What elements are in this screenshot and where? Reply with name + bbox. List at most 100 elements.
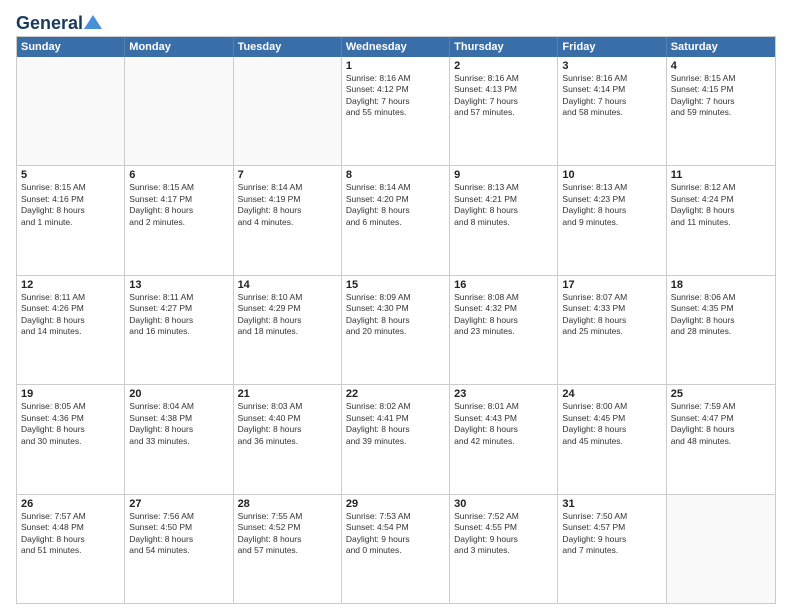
day-info: Sunrise: 8:10 AM Sunset: 4:29 PM Dayligh… xyxy=(238,292,337,338)
calendar-cell-day-13: 13Sunrise: 8:11 AM Sunset: 4:27 PM Dayli… xyxy=(125,276,233,384)
day-info: Sunrise: 7:52 AM Sunset: 4:55 PM Dayligh… xyxy=(454,511,553,557)
calendar-cell-day-21: 21Sunrise: 8:03 AM Sunset: 4:40 PM Dayli… xyxy=(234,385,342,493)
calendar-cell-empty xyxy=(125,57,233,165)
day-info: Sunrise: 8:13 AM Sunset: 4:21 PM Dayligh… xyxy=(454,182,553,228)
day-number: 11 xyxy=(671,169,771,181)
day-info: Sunrise: 7:56 AM Sunset: 4:50 PM Dayligh… xyxy=(129,511,228,557)
day-number: 15 xyxy=(346,279,445,291)
day-info: Sunrise: 8:03 AM Sunset: 4:40 PM Dayligh… xyxy=(238,401,337,447)
day-number: 2 xyxy=(454,60,553,72)
calendar-row-3: 19Sunrise: 8:05 AM Sunset: 4:36 PM Dayli… xyxy=(17,385,775,494)
calendar-cell-day-1: 1Sunrise: 8:16 AM Sunset: 4:12 PM Daylig… xyxy=(342,57,450,165)
calendar-cell-day-11: 11Sunrise: 8:12 AM Sunset: 4:24 PM Dayli… xyxy=(667,166,775,274)
day-info: Sunrise: 8:12 AM Sunset: 4:24 PM Dayligh… xyxy=(671,182,771,228)
day-info: Sunrise: 8:13 AM Sunset: 4:23 PM Dayligh… xyxy=(562,182,661,228)
day-number: 4 xyxy=(671,60,771,72)
calendar-cell-day-10: 10Sunrise: 8:13 AM Sunset: 4:23 PM Dayli… xyxy=(558,166,666,274)
day-info: Sunrise: 8:16 AM Sunset: 4:14 PM Dayligh… xyxy=(562,73,661,119)
calendar-cell-day-5: 5Sunrise: 8:15 AM Sunset: 4:16 PM Daylig… xyxy=(17,166,125,274)
calendar-cell-day-8: 8Sunrise: 8:14 AM Sunset: 4:20 PM Daylig… xyxy=(342,166,450,274)
calendar-cell-day-9: 9Sunrise: 8:13 AM Sunset: 4:21 PM Daylig… xyxy=(450,166,558,274)
calendar-cell-day-16: 16Sunrise: 8:08 AM Sunset: 4:32 PM Dayli… xyxy=(450,276,558,384)
day-number: 23 xyxy=(454,388,553,400)
day-info: Sunrise: 8:04 AM Sunset: 4:38 PM Dayligh… xyxy=(129,401,228,447)
day-info: Sunrise: 8:02 AM Sunset: 4:41 PM Dayligh… xyxy=(346,401,445,447)
day-number: 6 xyxy=(129,169,228,181)
day-info: Sunrise: 8:14 AM Sunset: 4:20 PM Dayligh… xyxy=(346,182,445,228)
day-info: Sunrise: 8:16 AM Sunset: 4:13 PM Dayligh… xyxy=(454,73,553,119)
day-info: Sunrise: 7:55 AM Sunset: 4:52 PM Dayligh… xyxy=(238,511,337,557)
calendar-cell-day-26: 26Sunrise: 7:57 AM Sunset: 4:48 PM Dayli… xyxy=(17,495,125,603)
day-info: Sunrise: 8:15 AM Sunset: 4:15 PM Dayligh… xyxy=(671,73,771,119)
weekday-header-sunday: Sunday xyxy=(17,37,125,57)
calendar-cell-day-6: 6Sunrise: 8:15 AM Sunset: 4:17 PM Daylig… xyxy=(125,166,233,274)
day-info: Sunrise: 8:15 AM Sunset: 4:17 PM Dayligh… xyxy=(129,182,228,228)
calendar-cell-day-20: 20Sunrise: 8:04 AM Sunset: 4:38 PM Dayli… xyxy=(125,385,233,493)
calendar-header: SundayMondayTuesdayWednesdayThursdayFrid… xyxy=(17,37,775,57)
calendar-cell-day-17: 17Sunrise: 8:07 AM Sunset: 4:33 PM Dayli… xyxy=(558,276,666,384)
day-number: 26 xyxy=(21,498,120,510)
calendar-cell-day-12: 12Sunrise: 8:11 AM Sunset: 4:26 PM Dayli… xyxy=(17,276,125,384)
day-number: 8 xyxy=(346,169,445,181)
weekday-header-wednesday: Wednesday xyxy=(342,37,450,57)
calendar-cell-day-25: 25Sunrise: 7:59 AM Sunset: 4:47 PM Dayli… xyxy=(667,385,775,493)
calendar-cell-empty xyxy=(667,495,775,603)
day-number: 27 xyxy=(129,498,228,510)
calendar-row-1: 5Sunrise: 8:15 AM Sunset: 4:16 PM Daylig… xyxy=(17,166,775,275)
day-number: 7 xyxy=(238,169,337,181)
calendar-row-0: 1Sunrise: 8:16 AM Sunset: 4:12 PM Daylig… xyxy=(17,57,775,166)
day-number: 20 xyxy=(129,388,228,400)
day-number: 30 xyxy=(454,498,553,510)
logo: General xyxy=(16,14,102,32)
day-info: Sunrise: 8:01 AM Sunset: 4:43 PM Dayligh… xyxy=(454,401,553,447)
calendar-cell-day-3: 3Sunrise: 8:16 AM Sunset: 4:14 PM Daylig… xyxy=(558,57,666,165)
calendar-cell-day-24: 24Sunrise: 8:00 AM Sunset: 4:45 PM Dayli… xyxy=(558,385,666,493)
day-info: Sunrise: 7:50 AM Sunset: 4:57 PM Dayligh… xyxy=(562,511,661,557)
day-number: 12 xyxy=(21,279,120,291)
calendar-cell-day-7: 7Sunrise: 8:14 AM Sunset: 4:19 PM Daylig… xyxy=(234,166,342,274)
calendar-cell-day-30: 30Sunrise: 7:52 AM Sunset: 4:55 PM Dayli… xyxy=(450,495,558,603)
calendar-cell-day-28: 28Sunrise: 7:55 AM Sunset: 4:52 PM Dayli… xyxy=(234,495,342,603)
day-info: Sunrise: 8:16 AM Sunset: 4:12 PM Dayligh… xyxy=(346,73,445,119)
day-number: 14 xyxy=(238,279,337,291)
day-number: 1 xyxy=(346,60,445,72)
calendar-row-4: 26Sunrise: 7:57 AM Sunset: 4:48 PM Dayli… xyxy=(17,495,775,603)
day-info: Sunrise: 7:57 AM Sunset: 4:48 PM Dayligh… xyxy=(21,511,120,557)
calendar-cell-day-31: 31Sunrise: 7:50 AM Sunset: 4:57 PM Dayli… xyxy=(558,495,666,603)
day-number: 25 xyxy=(671,388,771,400)
calendar-row-2: 12Sunrise: 8:11 AM Sunset: 4:26 PM Dayli… xyxy=(17,276,775,385)
header: General xyxy=(16,10,776,32)
calendar-cell-day-19: 19Sunrise: 8:05 AM Sunset: 4:36 PM Dayli… xyxy=(17,385,125,493)
weekday-header-thursday: Thursday xyxy=(450,37,558,57)
calendar-cell-day-4: 4Sunrise: 8:15 AM Sunset: 4:15 PM Daylig… xyxy=(667,57,775,165)
day-info: Sunrise: 8:07 AM Sunset: 4:33 PM Dayligh… xyxy=(562,292,661,338)
page: General SundayMondayTuesdayWednesdayThur… xyxy=(0,0,792,612)
day-info: Sunrise: 8:15 AM Sunset: 4:16 PM Dayligh… xyxy=(21,182,120,228)
calendar-cell-empty xyxy=(17,57,125,165)
day-number: 24 xyxy=(562,388,661,400)
day-number: 22 xyxy=(346,388,445,400)
day-number: 29 xyxy=(346,498,445,510)
day-info: Sunrise: 8:09 AM Sunset: 4:30 PM Dayligh… xyxy=(346,292,445,338)
day-number: 19 xyxy=(21,388,120,400)
calendar-cell-day-29: 29Sunrise: 7:53 AM Sunset: 4:54 PM Dayli… xyxy=(342,495,450,603)
weekday-header-saturday: Saturday xyxy=(667,37,775,57)
day-info: Sunrise: 8:00 AM Sunset: 4:45 PM Dayligh… xyxy=(562,401,661,447)
weekday-header-tuesday: Tuesday xyxy=(234,37,342,57)
calendar-cell-day-2: 2Sunrise: 8:16 AM Sunset: 4:13 PM Daylig… xyxy=(450,57,558,165)
weekday-header-friday: Friday xyxy=(558,37,666,57)
day-number: 9 xyxy=(454,169,553,181)
day-number: 13 xyxy=(129,279,228,291)
calendar-cell-day-27: 27Sunrise: 7:56 AM Sunset: 4:50 PM Dayli… xyxy=(125,495,233,603)
logo-icon xyxy=(84,15,102,29)
day-number: 5 xyxy=(21,169,120,181)
day-info: Sunrise: 8:06 AM Sunset: 4:35 PM Dayligh… xyxy=(671,292,771,338)
logo-text-general: General xyxy=(16,14,83,32)
day-info: Sunrise: 8:11 AM Sunset: 4:26 PM Dayligh… xyxy=(21,292,120,338)
day-number: 28 xyxy=(238,498,337,510)
day-info: Sunrise: 8:11 AM Sunset: 4:27 PM Dayligh… xyxy=(129,292,228,338)
day-number: 31 xyxy=(562,498,661,510)
day-number: 16 xyxy=(454,279,553,291)
weekday-header-monday: Monday xyxy=(125,37,233,57)
day-number: 18 xyxy=(671,279,771,291)
